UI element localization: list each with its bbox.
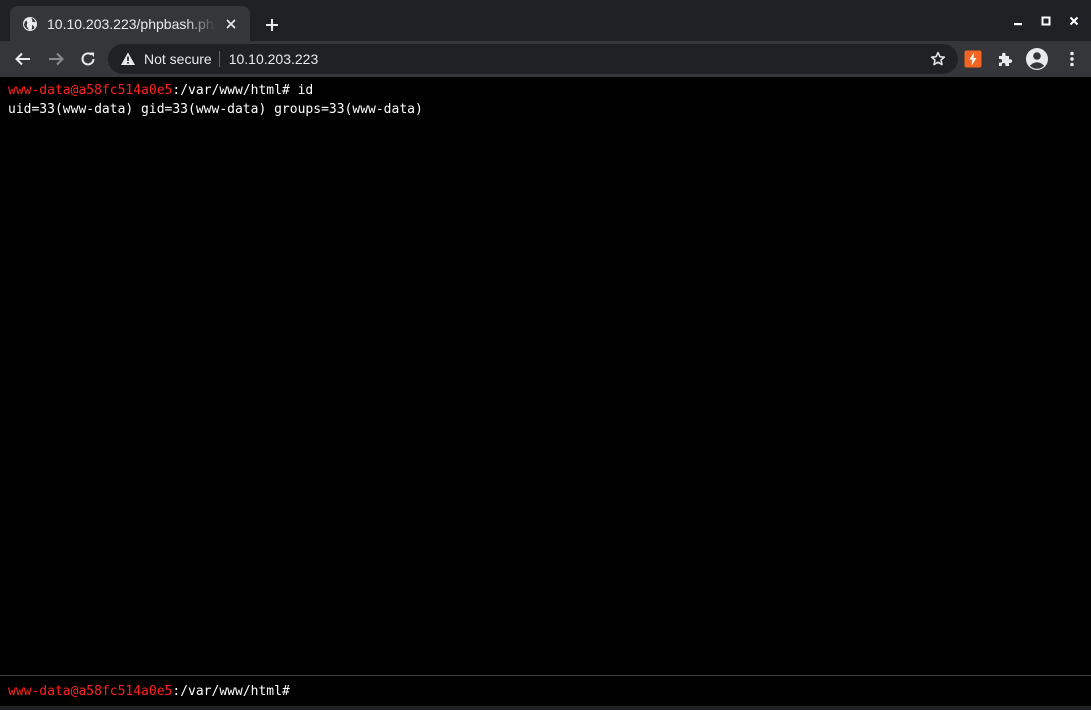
scrollbar[interactable] [1079,77,1091,675]
command-input[interactable] [295,680,1091,702]
address-bar[interactable]: Not secure 10.10.203.223 [108,44,958,74]
prompt-user: www-data@a58fc514a0e5 [8,83,173,98]
bookmark-star-button[interactable] [928,49,948,69]
terminal-history-line: www-data@a58fc514a0e5:/var/www/html# id [8,81,1083,100]
reload-button[interactable] [75,46,101,72]
address-separator [218,51,220,67]
maximize-button[interactable] [1035,10,1057,32]
active-tab[interactable]: 10.10.203.223/phpbash.php [10,6,250,41]
window-bottom-edge [0,706,1091,710]
prompt-path: :/var/www/html# [172,83,290,98]
close-window-button[interactable] [1063,10,1085,32]
minimize-icon [1014,23,1022,26]
burp-proxy-extension-icon[interactable] [964,50,982,68]
browser-window: 10.10.203.223/phpbash.php Not secure 10.… [0,0,1091,710]
new-tab-button[interactable] [260,13,284,37]
maximize-icon [1041,16,1051,26]
reload-icon [81,52,95,66]
command-input-row: www-data@a58fc514a0e5:/var/www/html# [0,675,1091,706]
puzzle-icon[interactable] [996,50,1014,68]
plus-icon [266,19,278,31]
star-icon [930,51,946,66]
prompt-path: :/var/www/html# [172,683,290,699]
globe-icon [22,16,38,32]
arrow-left-icon [15,52,30,66]
arrow-right-icon [49,52,64,66]
url-text[interactable]: 10.10.203.223 [229,51,319,67]
more-vert-icon[interactable] [1063,50,1081,68]
command-text: id [289,83,314,98]
tab-close-icon[interactable] [222,15,240,33]
prompt-user: www-data@a58fc514a0e5 [8,683,173,699]
security-label[interactable]: Not secure [144,51,212,67]
back-button[interactable] [10,46,36,72]
minimize-button[interactable] [1007,10,1029,32]
tab-title: 10.10.203.223/phpbash.php [47,15,216,32]
forward-button[interactable] [43,46,69,72]
close-icon [1069,16,1079,26]
terminal-output: www-data@a58fc514a0e5:/var/www/html# id … [8,81,1083,119]
warning-icon[interactable] [120,51,136,67]
page-content: www-data@a58fc514a0e5:/var/www/html# id … [0,77,1091,710]
command-output-line: uid=33(www-data) gid=33(www-data) groups… [8,102,423,117]
profile-icon[interactable] [1025,47,1049,71]
toolbar: Not secure 10.10.203.223 [0,41,1091,77]
tab-strip: 10.10.203.223/phpbash.php [0,0,1091,41]
